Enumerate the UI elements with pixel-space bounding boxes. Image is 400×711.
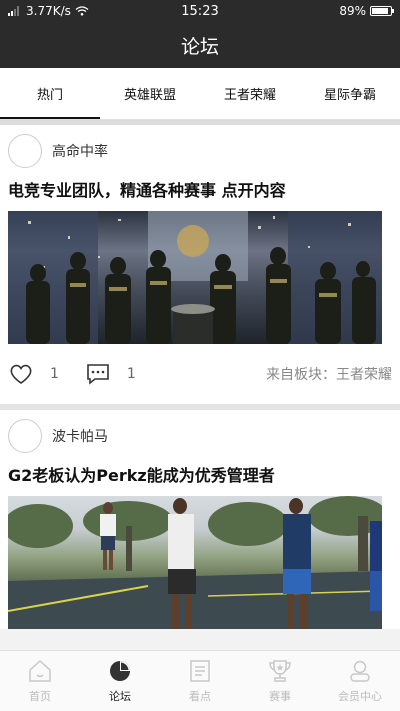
nav-highlights[interactable]: 看点: [160, 651, 240, 711]
tab-league-of-legends[interactable]: 英雄联盟: [100, 68, 200, 119]
author-name[interactable]: 高命中率: [52, 141, 108, 161]
wifi-icon: [75, 6, 89, 16]
nav-home[interactable]: 首页: [0, 651, 80, 711]
basketball-court-photo: [8, 496, 382, 629]
pie-chart-icon: [110, 661, 130, 681]
author-name[interactable]: 波卡帕马: [52, 426, 108, 446]
post-image[interactable]: [8, 496, 382, 629]
post-footer: 1 1 来自板块：王者荣耀: [8, 344, 392, 404]
trophy-icon: [269, 660, 291, 682]
post-title[interactable]: 电竞专业团队，精通各种赛事 点开内容: [8, 177, 392, 211]
esports-team-photo: [8, 211, 382, 344]
bottom-nav: 首页 论坛 看点 赛事 会员中心: [0, 650, 400, 711]
title-bar: 论坛: [0, 22, 400, 68]
post-card[interactable]: 波卡帕马 G2老板认为Perkz能成为优秀管理者: [0, 410, 400, 629]
battery-icon: [370, 6, 394, 16]
nav-matches[interactable]: 赛事: [240, 651, 320, 711]
nav-label: 看点: [189, 690, 211, 703]
nav-label: 会员中心: [338, 690, 382, 703]
nav-member-center[interactable]: 会员中心: [320, 651, 400, 711]
status-right: 89%: [339, 4, 394, 18]
avatar[interactable]: [8, 134, 42, 168]
signal-icon: [8, 6, 19, 16]
tab-hot[interactable]: 热门: [0, 68, 100, 119]
post-header: 高命中率: [8, 125, 392, 177]
network-speed: 3.77K/s: [26, 4, 71, 18]
status-bar: 3.77K/s 15:23 89%: [0, 0, 400, 22]
nav-label: 首页: [29, 690, 51, 703]
post-feed[interactable]: 高命中率 电竞专业团队，精通各种赛事 点开内容 1 1 来自板块：王者荣耀 波卡…: [0, 125, 400, 650]
post-header: 波卡帕马: [8, 410, 392, 462]
post-source[interactable]: 来自板块：王者荣耀: [266, 364, 392, 384]
comment-icon[interactable]: [85, 361, 111, 387]
post-image[interactable]: [8, 211, 382, 344]
battery-percent: 89%: [339, 4, 366, 18]
user-icon: [350, 660, 370, 682]
heart-icon[interactable]: [8, 361, 34, 387]
nav-label: 论坛: [109, 690, 131, 703]
avatar[interactable]: [8, 419, 42, 453]
status-left: 3.77K/s: [8, 4, 89, 18]
category-tabs: 热门 英雄联盟 王者荣耀 星际争霸: [0, 68, 400, 120]
post-title[interactable]: G2老板认为Perkz能成为优秀管理者: [8, 462, 392, 496]
nav-label: 赛事: [269, 690, 291, 703]
nav-forum[interactable]: 论坛: [80, 651, 160, 711]
home-icon: [29, 659, 51, 682]
post-card[interactable]: 高命中率 电竞专业团队，精通各种赛事 点开内容 1 1 来自板块：王者荣耀: [0, 125, 400, 404]
page-title: 论坛: [180, 35, 219, 58]
like-count: 1: [50, 366, 59, 382]
tab-honor-of-kings[interactable]: 王者荣耀: [200, 68, 300, 119]
comment-count: 1: [126, 366, 136, 382]
tab-starcraft[interactable]: 星际争霸: [300, 68, 400, 119]
document-icon: [190, 660, 210, 682]
